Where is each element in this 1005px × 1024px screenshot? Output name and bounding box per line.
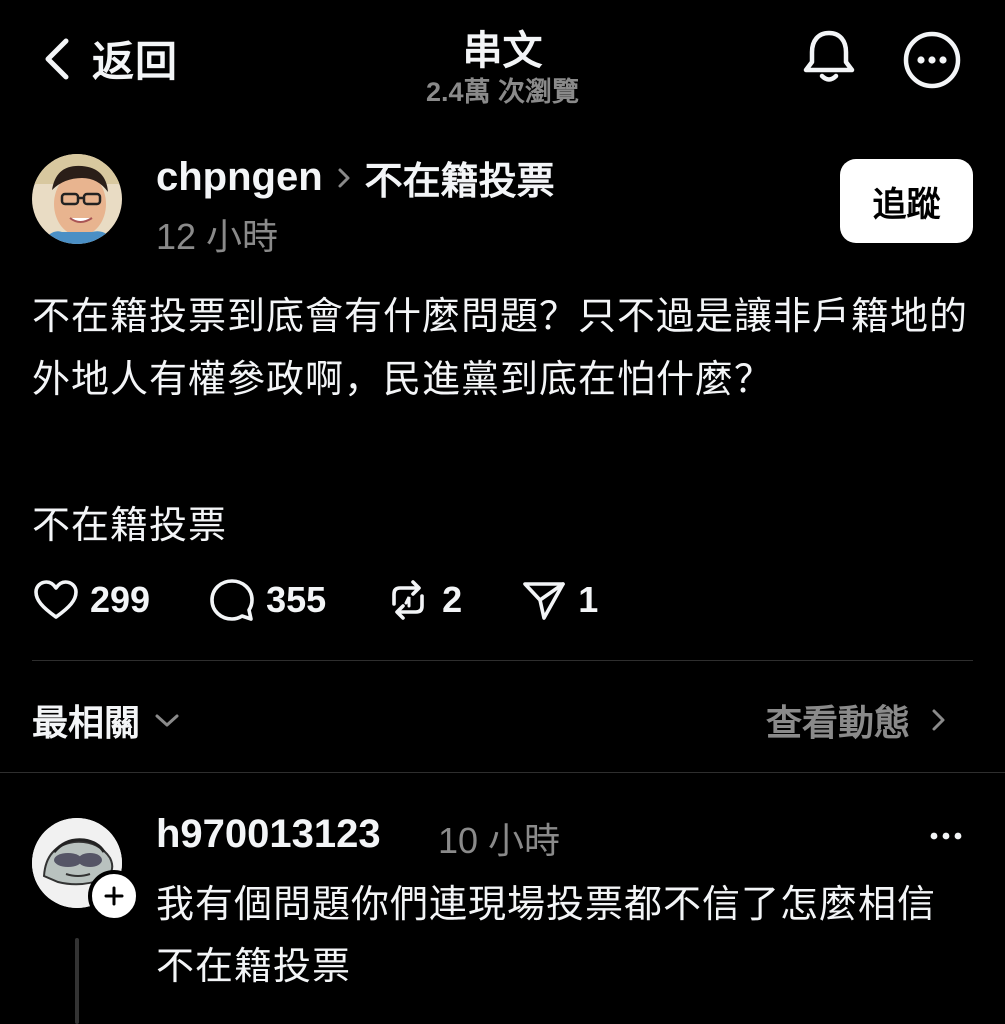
author-name[interactable]: chpngen [156,155,323,200]
follow-plus-button[interactable] [88,870,140,922]
chevron-right-icon [338,168,350,187]
topic-link[interactable]: 不在籍投票 [365,150,555,205]
chevron-right-icon [932,709,945,731]
reply-time: 10 小時 [438,820,561,861]
repost-button[interactable]: 2 [384,576,462,624]
plus-icon [104,886,124,906]
repost-icon [392,580,424,620]
divider [0,772,1005,773]
reply-button[interactable]: 355 [208,576,326,624]
send-icon [523,582,565,620]
post-text: 不在籍投票到底會有什麼問題？只不過是讓非戶籍地的外地人有權參政啊，民進黨到底在怕… [32,296,969,401]
avatar[interactable] [32,154,122,244]
divider [32,660,973,661]
repost-count: 2 [442,579,463,620]
more-circle-icon[interactable] [902,30,962,90]
comment-icon [210,579,254,621]
topic-tag[interactable]: 不在籍投票 [32,494,227,549]
follow-button[interactable]: 追蹤 [840,159,973,243]
post-time: 12 小時 [156,216,279,257]
activity-label: 查看動態 [766,702,911,743]
like-count: 299 [90,579,151,620]
action-bar: 299 355 2 1 [32,576,656,624]
reply-text: 我有個問題你們連現場投票都不信了怎麼相信不在籍投票 [156,884,937,988]
chevron-down-icon [155,714,179,727]
share-button[interactable]: 1 [520,576,598,624]
thread-line [75,938,79,1024]
more-horizontal-icon[interactable] [926,822,966,850]
author-line: chpngen 不在籍投票 [156,150,555,205]
sort-label: 最相關 [32,702,141,743]
like-button[interactable]: 299 [32,576,150,624]
view-activity-link[interactable]: 查看動態 [766,694,950,746]
heart-icon [34,580,78,619]
share-count: 1 [578,579,599,620]
reply-count: 355 [266,579,327,620]
sort-dropdown[interactable]: 最相關 [32,694,182,746]
avatar-image [32,154,122,244]
bell-icon[interactable] [800,28,858,86]
reply-username[interactable]: h970013123 [156,812,381,857]
